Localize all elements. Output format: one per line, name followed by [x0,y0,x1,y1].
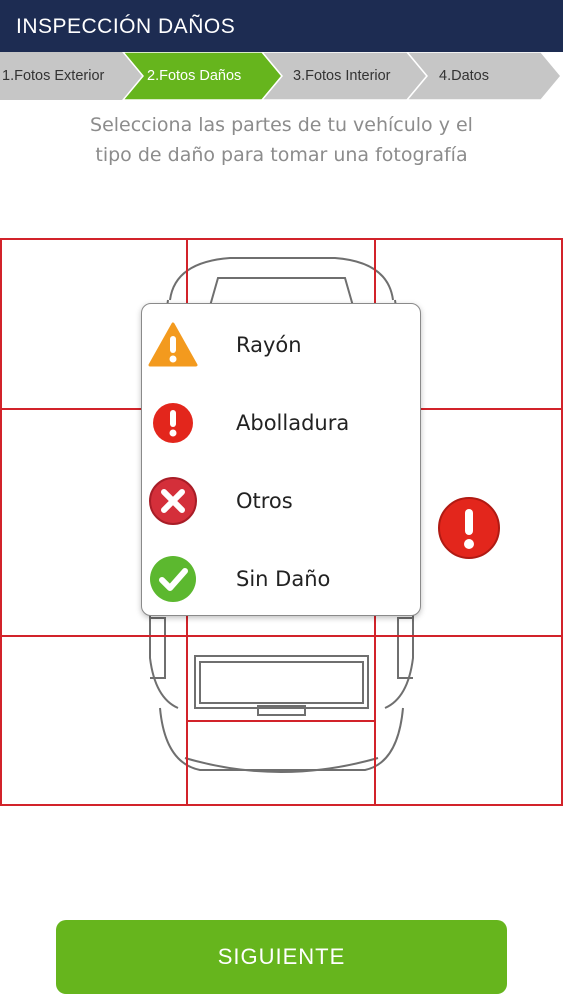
siguiente-button[interactable]: SIGUIENTE [56,920,507,994]
page-title: INSPECCIÓN DAÑOS [16,15,236,38]
step-progress-bar: 1.Fotos Exterior 2.Fotos Daños 3.Fotos I… [0,52,563,100]
exclamation-circle-icon [148,398,198,448]
option-abolladura-label: Abolladura [236,411,350,435]
check-circle-icon [148,554,198,604]
instructions-line-2: tipo de daño para tomar una fotografía [95,144,468,166]
option-otros[interactable]: Otros [142,462,420,540]
zone-rear-bumper[interactable] [187,721,375,806]
option-rayon-label: Rayón [236,333,302,357]
step-4-datos[interactable]: 4.Datos [439,52,489,100]
zone-rear-window[interactable] [187,636,375,721]
damage-marker-exclamation-icon[interactable] [437,496,501,560]
zone-rear-right[interactable] [375,636,563,806]
step-2-fotos-danos[interactable]: 2.Fotos Daños [147,52,241,100]
zone-rear-left[interactable] [0,636,187,806]
option-otros-label: Otros [236,489,293,513]
x-circle-icon [148,476,198,526]
instructions-line-1: Selecciona las partes de tu vehículo y e… [90,114,473,136]
instructions-text: Selecciona las partes de tu vehículo y e… [0,110,563,170]
app-header: INSPECCIÓN DAÑOS [0,0,563,52]
option-rayon[interactable]: Rayón [142,306,420,384]
warning-triangle-icon [148,320,198,370]
damage-type-menu: Rayón Abolladura Otros Sin Daño [141,303,421,616]
step-1-fotos-exterior[interactable]: 1.Fotos Exterior [2,52,104,100]
option-sin-dano[interactable]: Sin Daño [142,540,420,618]
option-abolladura[interactable]: Abolladura [142,384,420,462]
step-3-fotos-interior[interactable]: 3.Fotos Interior [293,52,391,100]
option-sin-dano-label: Sin Daño [236,567,331,591]
